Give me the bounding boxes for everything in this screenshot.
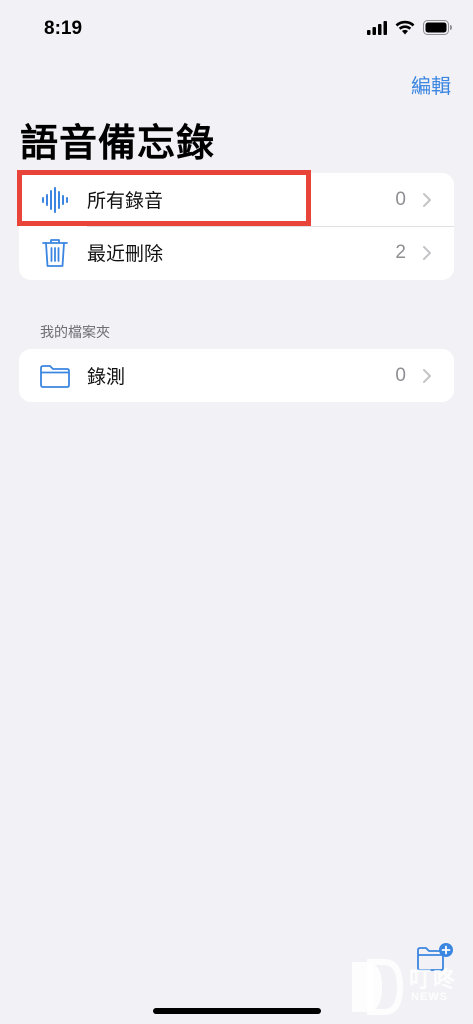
watermark-subtext: NEWS	[411, 991, 448, 1003]
status-icons	[367, 20, 453, 35]
chevron-right-icon	[423, 245, 431, 260]
edit-button[interactable]: 編輯	[411, 70, 451, 99]
list-item-all-recordings[interactable]: 所有錄音 0	[19, 173, 454, 226]
folder-list: 錄測 0	[19, 349, 454, 402]
list-item-count: 0	[395, 188, 406, 210]
list-item-label: 錄測	[87, 366, 126, 388]
chevron-right-icon	[423, 368, 431, 383]
chevron-right-icon	[423, 192, 431, 207]
list-item-count: 2	[395, 241, 406, 263]
status-time: 8:19	[44, 18, 83, 39]
new-folder-button[interactable]	[416, 942, 456, 972]
list-item-recently-deleted[interactable]: 最近刪除 2	[19, 226, 454, 279]
list-item-folder[interactable]: 錄測 0	[19, 349, 454, 402]
status-bar: 8:19	[0, 0, 473, 60]
main-list: 所有錄音 0 最近刪除 2	[19, 173, 454, 280]
list-item-label: 所有錄音	[87, 190, 164, 212]
battery-icon	[423, 20, 452, 35]
home-indicator	[153, 1008, 321, 1014]
cellular-signal-icon	[367, 20, 387, 35]
list-item-count: 0	[395, 364, 406, 386]
list-item-label: 最近刪除	[87, 243, 164, 265]
folder-icon	[39, 349, 71, 402]
trash-icon	[39, 226, 71, 279]
waveform-icon	[39, 173, 71, 226]
section-header-my-folders: 我的檔案夾	[40, 325, 110, 341]
wifi-icon	[395, 20, 415, 35]
page-title: 語音備忘錄	[20, 121, 216, 165]
watermark-logo-icon	[352, 959, 404, 1015]
new-folder-icon	[417, 943, 453, 971]
